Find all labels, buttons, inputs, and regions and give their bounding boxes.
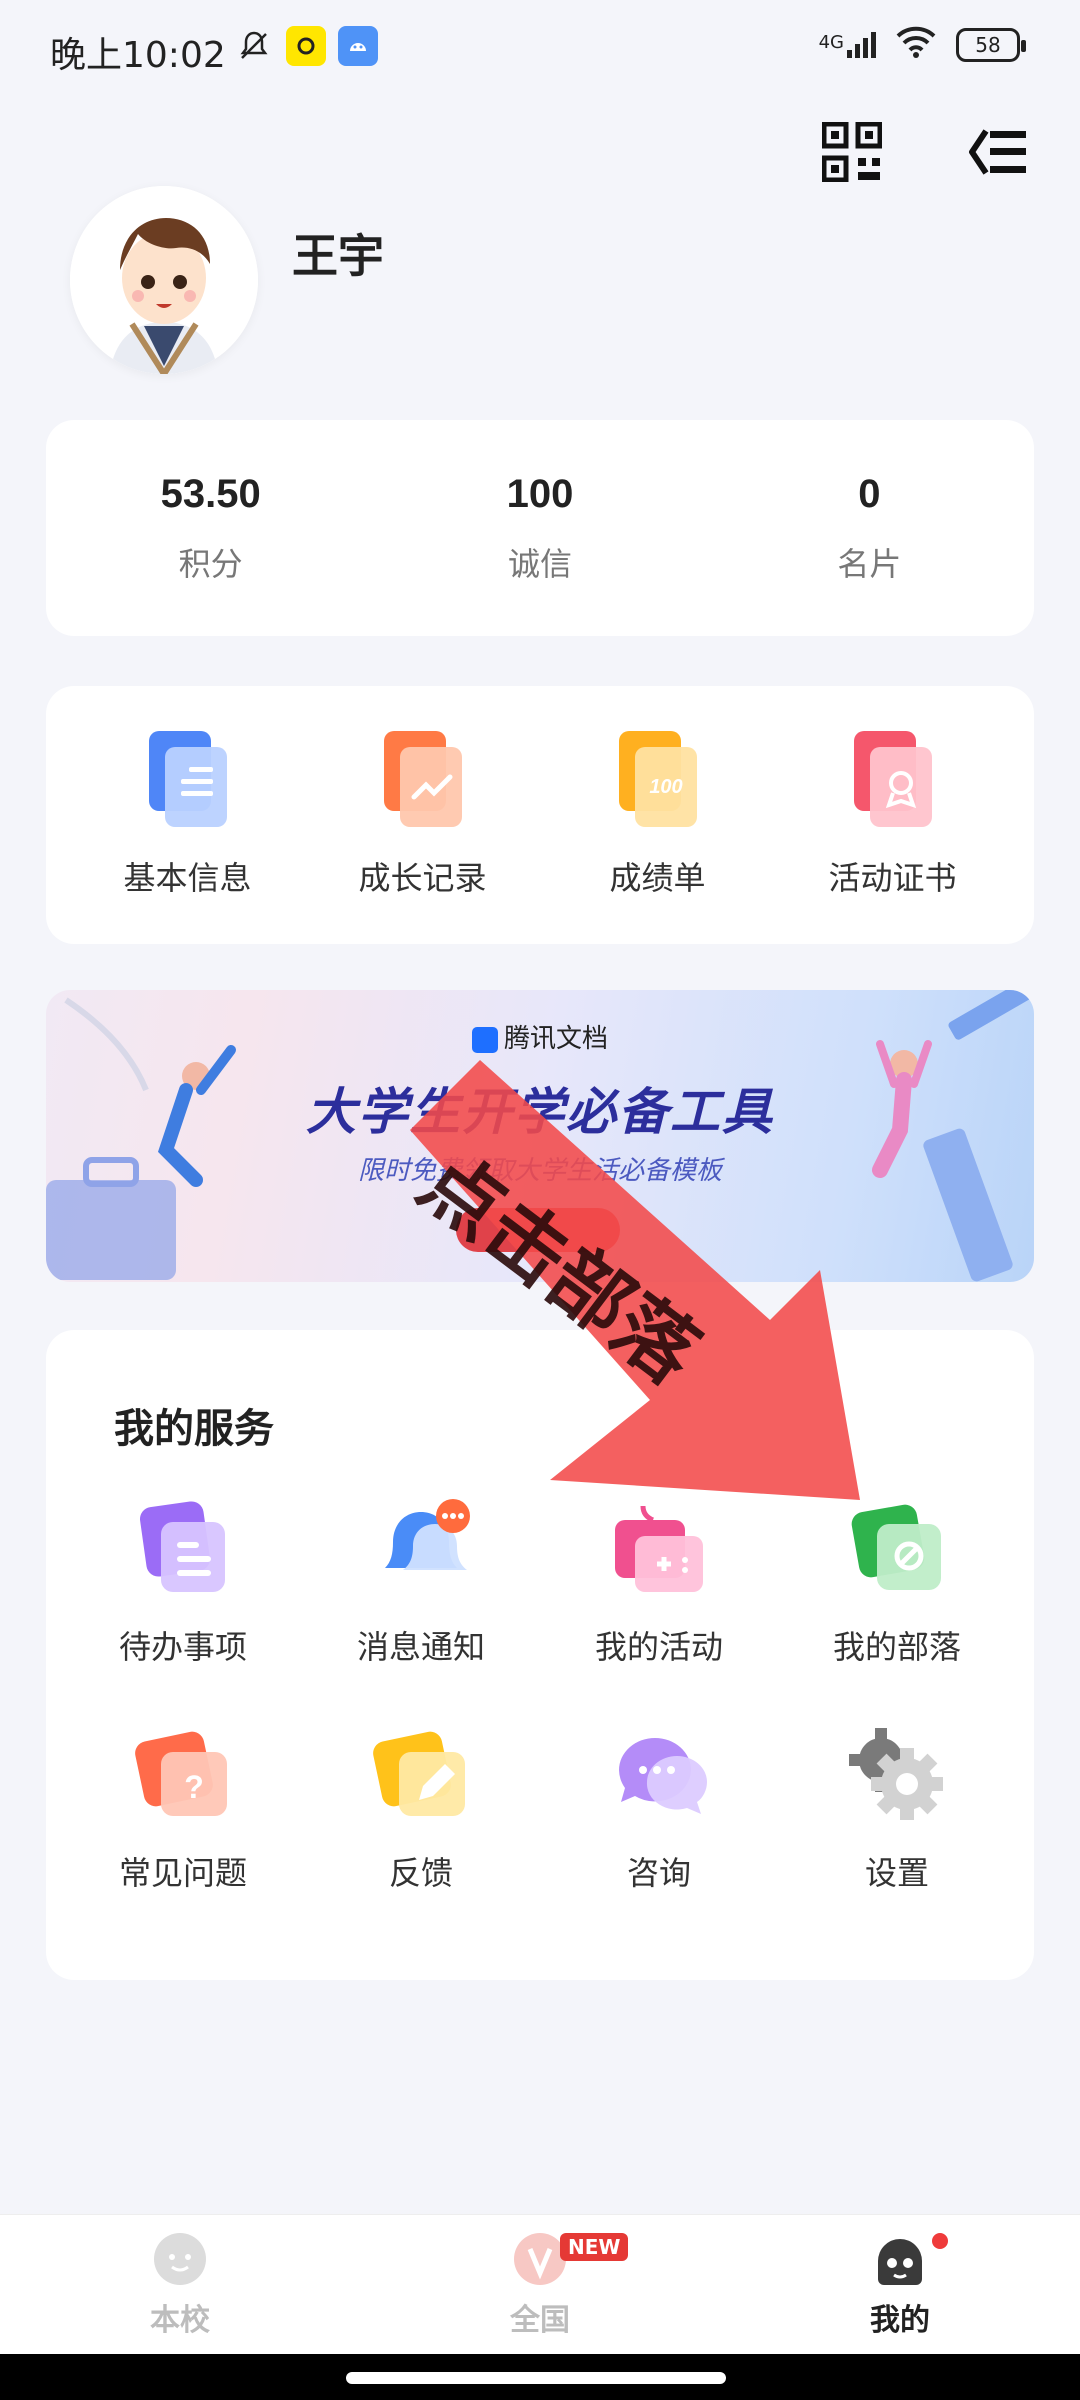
qr-code-button[interactable] [820, 120, 884, 184]
activity-icon [607, 1498, 711, 1598]
stat-value: 0 [858, 471, 881, 516]
quick-item-growth-record[interactable]: 成长记录 [305, 686, 540, 944]
stat-value: 53.50 [160, 471, 261, 516]
stat-business-cards[interactable]: 0 名片 [705, 420, 1034, 636]
service-my-tribe[interactable]: 我的部落 [778, 1498, 1016, 1668]
chat-bubble-icon [607, 1724, 711, 1824]
status-right: 4G 58 [818, 24, 1026, 65]
nav-tab-label: 本校 [150, 2302, 210, 2338]
stats-card: 53.50 积分 100 诚信 0 名片 [46, 420, 1034, 636]
stat-label: 积分 [178, 544, 243, 583]
menu-button[interactable] [966, 120, 1030, 184]
question-icon: ? [131, 1724, 235, 1824]
quick-item-basic-info[interactable]: 基本信息 [70, 686, 305, 944]
service-faq[interactable]: ? 常见问题 [64, 1724, 302, 1894]
service-my-activities[interactable]: 我的活动 [540, 1498, 778, 1668]
nav-tab-label: 全国 [510, 2302, 570, 2338]
tencent-docs-logo-icon [471, 1026, 498, 1053]
school-icon [154, 2232, 206, 2285]
tribe-icon [845, 1498, 949, 1598]
stat-value: 100 [506, 471, 574, 516]
nav-tab-national[interactable]: 全国 NEW [360, 2215, 720, 2354]
service-label: 咨询 [626, 1854, 691, 1892]
stat-label: 名片 [837, 544, 902, 583]
services-card: 我的服务 待办事项 消息通知 我的活动 我的部落 ? 常见问题 反馈 咨询 设置 [46, 1330, 1034, 1980]
stat-label: 诚信 [507, 544, 572, 583]
quick-item-certificate[interactable]: 活动证书 [775, 686, 1010, 944]
stat-points[interactable]: 53.50 积分 [46, 420, 375, 636]
user-name[interactable]: 王宇 [292, 220, 384, 286]
bottom-navigation: 本校 全国 NEW 我的 [0, 2214, 1080, 2354]
feedback-pencil-icon [369, 1724, 473, 1824]
service-label: 设置 [864, 1854, 929, 1892]
stat-integrity[interactable]: 100 诚信 [375, 420, 704, 636]
service-settings[interactable]: 设置 [778, 1724, 1016, 1894]
svg-text:100: 100 [649, 776, 682, 798]
service-label: 待办事项 [118, 1628, 247, 1666]
services-grid: 待办事项 消息通知 我的活动 我的部落 ? 常见问题 反馈 咨询 设置 [46, 1498, 1034, 1894]
document-icon [145, 731, 231, 827]
notification-dot [932, 2233, 948, 2249]
avatar-illustration [70, 186, 258, 374]
banner-brand: 腾讯文档 [46, 1018, 1034, 1055]
status-time: 晚上10:02 [50, 35, 226, 76]
menu-collapse-icon [969, 129, 1026, 175]
service-notifications[interactable]: 消息通知 [302, 1498, 540, 1668]
quick-item-label: 基本信息 [123, 859, 252, 897]
service-consult[interactable]: 咨询 [540, 1724, 778, 1894]
qr-code-icon [822, 122, 882, 182]
service-label: 反馈 [388, 1854, 453, 1892]
status-notification-icons [234, 26, 378, 66]
quick-item-label: 活动证书 [828, 859, 957, 897]
growth-chart-icon [380, 731, 466, 827]
quick-item-transcript[interactable]: 100 成绩单 [540, 686, 775, 944]
avatar[interactable] [70, 186, 258, 374]
quick-item-label: 成长记录 [358, 859, 487, 897]
todo-icon [131, 1498, 235, 1598]
new-badge: NEW [560, 2233, 629, 2261]
services-title: 我的服务 [114, 1406, 274, 1452]
nav-tab-mine[interactable]: 我的 [720, 2215, 1080, 2354]
service-feedback[interactable]: 反馈 [302, 1724, 540, 1894]
bell-icon [369, 1498, 473, 1598]
battery-level: 58 [975, 32, 1001, 57]
android-notification-icon [338, 26, 378, 66]
service-label: 我的活动 [594, 1628, 723, 1666]
service-label: 常见问题 [118, 1854, 247, 1892]
service-label: 消息通知 [356, 1628, 485, 1666]
mine-icon [878, 2238, 922, 2285]
banner-brand-text: 腾讯文档 [503, 1024, 608, 1054]
mute-icon [234, 26, 274, 66]
wifi-icon [894, 24, 938, 65]
quick-item-label: 成绩单 [609, 859, 706, 897]
battery-icon: 58 [956, 27, 1026, 62]
network-type: 4G [818, 31, 844, 53]
svg-text:?: ? [184, 1769, 204, 1805]
home-indicator[interactable] [346, 2372, 726, 2384]
banner-title: 大学生开学必备工具 [306, 1083, 774, 1141]
score-100-icon: 100 [615, 731, 701, 827]
nav-tab-school[interactable]: 本校 [0, 2215, 360, 2354]
gear-icon [845, 1724, 949, 1824]
service-todo[interactable]: 待办事项 [64, 1498, 302, 1668]
certificate-icon [850, 731, 936, 827]
signal-icon: 4G [818, 31, 876, 58]
quick-access-card: 基本信息 成长记录 100 成绩单 活动证书 [46, 686, 1034, 944]
nav-tab-label: 我的 [870, 2302, 930, 2338]
service-label: 我的部落 [832, 1628, 961, 1666]
app-notification-icon [286, 26, 326, 66]
